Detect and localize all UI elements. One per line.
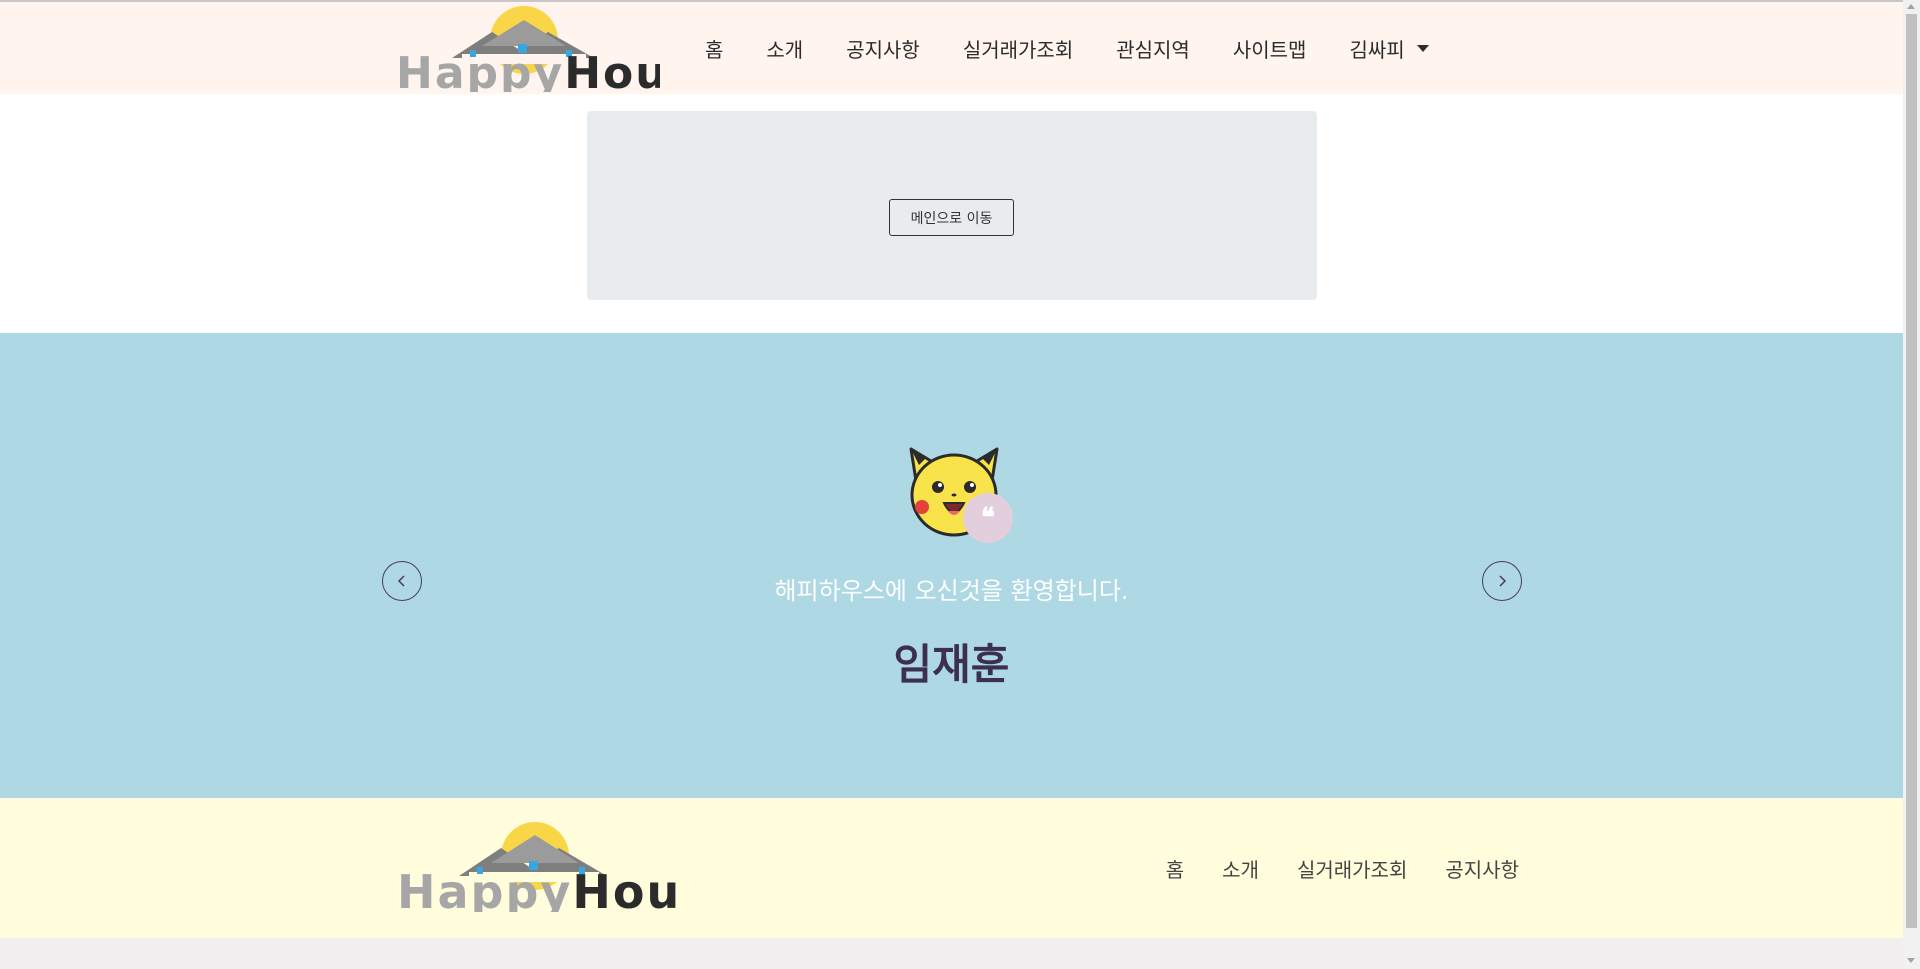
site-footer: HappyHouse 홈 소개 실거래가조회 공지사항 [0,798,1903,938]
caret-down-icon [1416,44,1429,52]
footer-logo-text-happy: Happy [397,865,572,912]
scrollbar-thumb[interactable] [1906,14,1917,928]
main-nav: 홈 소개 공지사항 실거래가조회 관심지역 사이트맵 김싸피 [705,2,1429,94]
user-dropdown-label: 김싸피 [1349,37,1405,62]
user-dropdown[interactable]: 김싸피 [1349,34,1429,63]
nav-item-notice[interactable]: 공지사항 [846,34,920,63]
happyhouse-logo[interactable]: HappyHouse [396,6,660,92]
svg-text:HappyHouse: HappyHouse [396,48,660,92]
site-header: HappyHouse 홈 소개 공지사항 실거래가조회 관심지역 사이트맵 김싸… [0,2,1903,94]
testimonial-author: 임재훈 [893,640,1010,689]
vertical-scrollbar[interactable] [1903,0,1920,969]
chevron-right-icon [1499,575,1507,587]
carousel-prev-button[interactable] [382,561,422,601]
logo-text-house: House [564,48,660,92]
svg-text:HappyHouse: HappyHouse [397,865,679,912]
avatar: ❝ [903,439,1013,549]
nav-item-price-search[interactable]: 실거래가조회 [963,34,1073,63]
nav-item-sitemap[interactable]: 사이트맵 [1233,34,1307,63]
footer-nav-about[interactable]: 소개 [1222,854,1259,883]
carousel-next-button[interactable] [1482,561,1522,601]
quote-icon: ❝ [963,493,1013,543]
footer-nav: 홈 소개 실거래가조회 공지사항 [1128,798,1519,938]
nav-item-about[interactable]: 소개 [766,34,803,63]
testimonial-message: 해피하우스에 오신것을 환영합니다. [774,577,1129,605]
testimonial-carousel: ❝ 해피하우스에 오신것을 환영합니다. 임재훈 [0,333,1903,798]
logo-text-happy: Happy [396,48,564,92]
chevron-left-icon [397,575,405,587]
footer-nav-notice[interactable]: 공지사항 [1445,854,1519,883]
jumbotron: 메인으로 이동 [587,111,1317,300]
footer-nav-price-search[interactable]: 실거래가조회 [1297,854,1407,883]
footer-nav-home[interactable]: 홈 [1166,854,1184,883]
nav-item-home[interactable]: 홈 [705,34,723,63]
go-main-button[interactable]: 메인으로 이동 [889,199,1014,236]
content-area: 메인으로 이동 [0,94,1903,333]
nav-item-interest-area[interactable]: 관심지역 [1116,34,1190,63]
page-bottom [0,938,1903,969]
footer-logo-text-house: House [572,865,679,912]
footer-happyhouse-logo[interactable]: HappyHouse [397,820,679,912]
scroll-up-arrow-icon[interactable] [1907,4,1915,9]
scroll-down-arrow-icon[interactable] [1907,958,1915,963]
